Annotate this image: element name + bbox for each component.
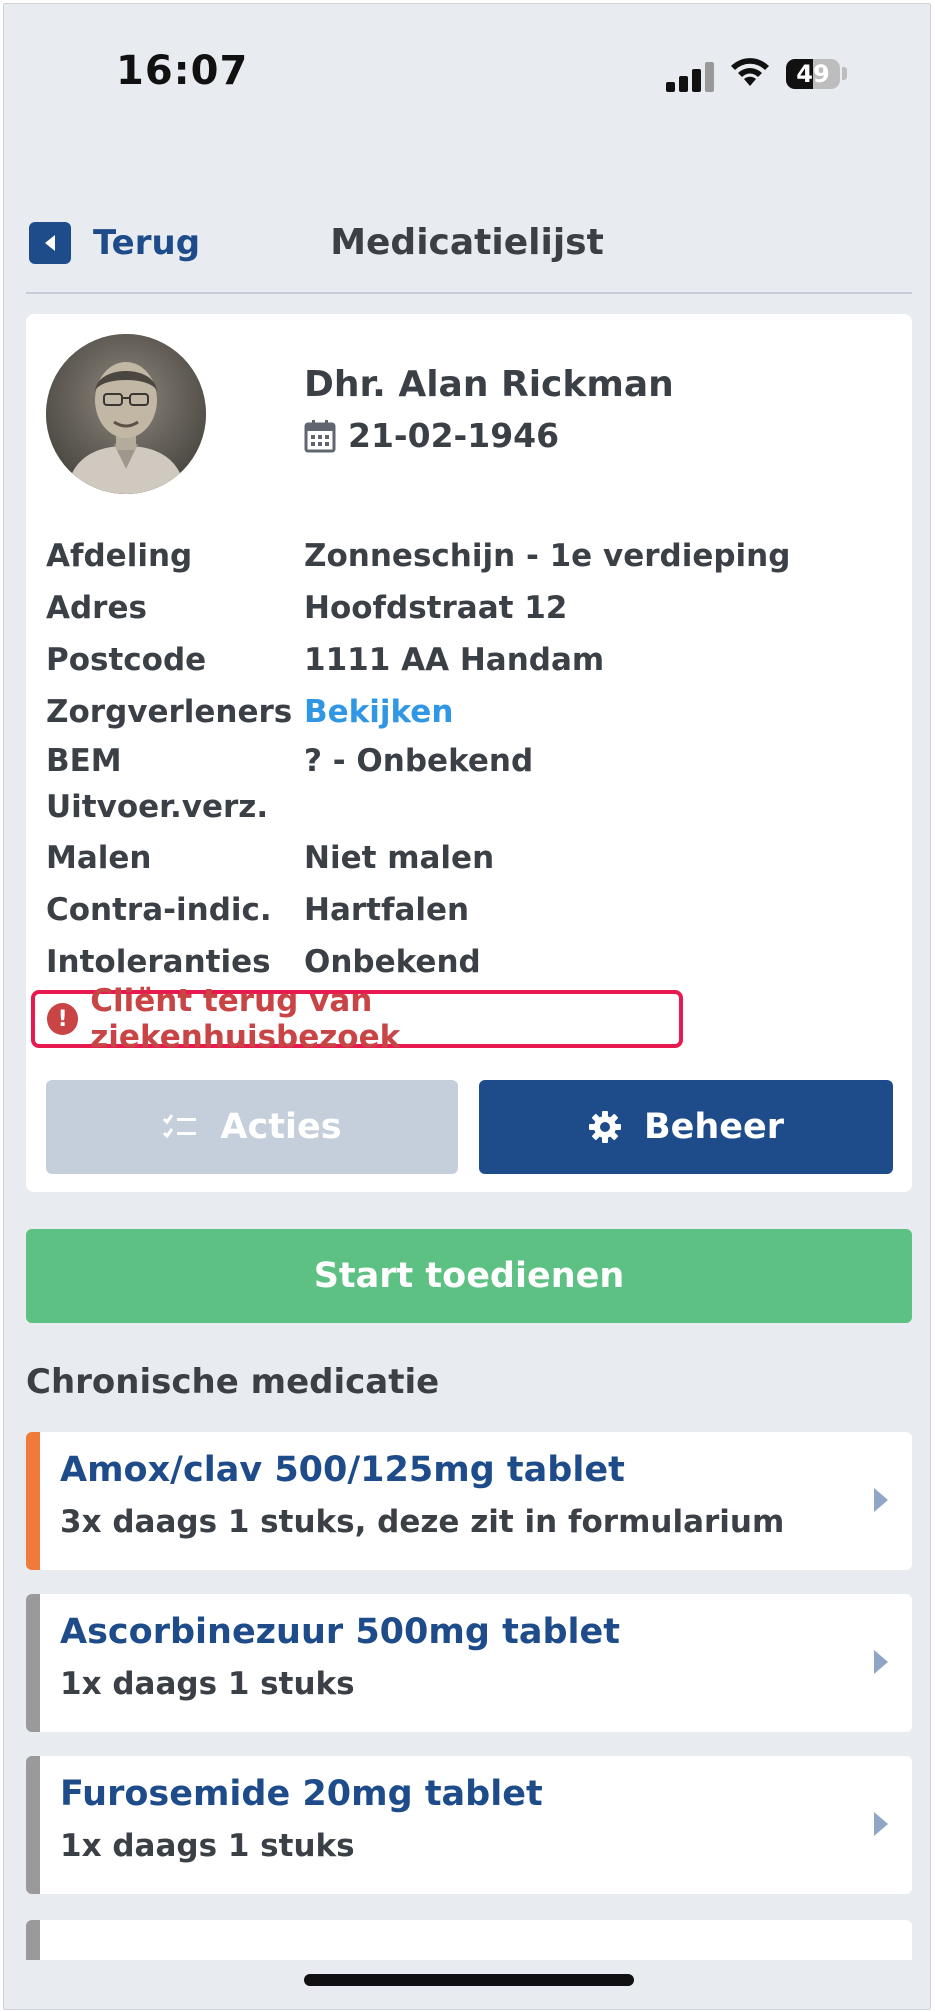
info-label: BEM Uitvoer.verz. — [46, 743, 269, 825]
signal-icon — [666, 62, 714, 92]
info-row-adres: Adres Hoofdstraat 12 — [46, 582, 896, 634]
info-value: Niet malen — [304, 840, 495, 876]
acties-label: Acties — [220, 1107, 342, 1147]
calendar-icon — [304, 419, 336, 452]
medication-item[interactable]: Ascorbinezuur 500mg tablet 1x daags 1 st… — [26, 1594, 912, 1732]
checklist-icon — [163, 1114, 197, 1139]
chevron-right-icon — [874, 1650, 888, 1674]
medication-item-partial[interactable] — [26, 1920, 912, 1960]
medication-status-bar — [26, 1920, 40, 1960]
wifi-icon — [731, 58, 769, 86]
medication-item[interactable]: Amox/clav 500/125mg tablet 3x daags 1 st… — [26, 1432, 912, 1570]
home-indicator[interactable] — [304, 1974, 634, 1986]
info-value: Hoofdstraat 12 — [304, 590, 568, 626]
header-divider — [26, 292, 912, 294]
info-value: Hartfalen — [304, 892, 470, 928]
info-row-bem: BEM Uitvoer.verz. ? - Onbekend — [46, 738, 896, 832]
info-value: 1111 AA Handam — [304, 642, 605, 678]
info-value: Zonneschijn - 1e verdieping — [304, 538, 791, 574]
exclamation-icon: ! — [47, 1003, 79, 1035]
medication-name: Ascorbinezuur 500mg tablet — [60, 1612, 620, 1652]
page-title: Medicatielijst — [330, 222, 604, 263]
battery-icon: 49 — [786, 59, 840, 89]
birth-date-value: 21-02-1946 — [348, 416, 560, 455]
info-row-postcode: Postcode 1111 AA Handam — [46, 634, 896, 686]
info-row-malen: Malen Niet malen — [46, 832, 896, 884]
info-label: Zorgverleners — [46, 694, 293, 730]
alert-text: Cliënt terug van ziekenhuisbezoek — [90, 983, 401, 1055]
client-info-list: Afdeling Zonneschijn - 1e verdieping Adr… — [46, 530, 896, 988]
info-value: ? - Onbekend — [304, 743, 534, 779]
client-name: Dhr. Alan Rickman — [304, 364, 674, 405]
info-label: Contra-indic. — [46, 892, 272, 928]
medication-status-bar — [26, 1432, 40, 1570]
medication-dose: 3x daags 1 stuks, deze zit in formulariu… — [60, 1504, 785, 1540]
medication-status-bar — [26, 1594, 40, 1732]
beheer-label: Beheer — [643, 1107, 785, 1147]
info-row-intoleranties: Intoleranties Onbekend — [46, 936, 896, 988]
info-row-contra-indic: Contra-indic. Hartfalen — [46, 884, 896, 936]
client-avatar — [46, 334, 206, 494]
info-label: Intoleranties — [46, 944, 271, 980]
info-value: Onbekend — [304, 944, 481, 980]
medication-dose: 1x daags 1 stuks — [60, 1828, 355, 1864]
acties-button[interactable]: Acties — [46, 1080, 458, 1174]
medication-dose: 1x daags 1 stuks — [60, 1666, 355, 1702]
client-card: Dhr. Alan Rickman 21-02-1946 Afdeling Zo… — [26, 314, 912, 1192]
chevron-right-icon — [874, 1488, 888, 1512]
info-label: Postcode — [46, 642, 207, 678]
section-title: Chronische medicatie — [26, 1362, 440, 1402]
info-label: Afdeling — [46, 538, 193, 574]
beheer-button[interactable]: Beheer — [479, 1080, 893, 1174]
medication-name: Amox/clav 500/125mg tablet — [60, 1450, 625, 1490]
info-row-afdeling: Afdeling Zonneschijn - 1e verdieping — [46, 530, 896, 582]
battery-tip — [842, 67, 847, 80]
medication-item[interactable]: Furosemide 20mg tablet 1x daags 1 stuks — [26, 1756, 912, 1894]
info-label: Malen — [46, 840, 152, 876]
zorgverleners-link[interactable]: Bekijken — [304, 686, 453, 738]
info-row-zorgverleners: Zorgverleners Bekijken — [46, 686, 896, 738]
chevron-right-icon — [874, 1812, 888, 1836]
status-time: 16:07 — [116, 48, 249, 94]
phone-screen: 16:07 49 Terug Medicatielijst Dhr. Alan … — [3, 3, 931, 2010]
gear-icon — [588, 1111, 621, 1143]
medication-name: Furosemide 20mg tablet — [60, 1774, 543, 1814]
battery-level: 49 — [796, 60, 830, 88]
start-toedienen-button[interactable]: Start toedienen — [26, 1229, 912, 1323]
client-alert: ! Cliënt terug van ziekenhuisbezoek — [31, 983, 683, 1055]
info-label: Adres — [46, 590, 147, 626]
medication-status-bar — [26, 1756, 40, 1894]
client-birth-date: 21-02-1946 — [304, 416, 559, 455]
